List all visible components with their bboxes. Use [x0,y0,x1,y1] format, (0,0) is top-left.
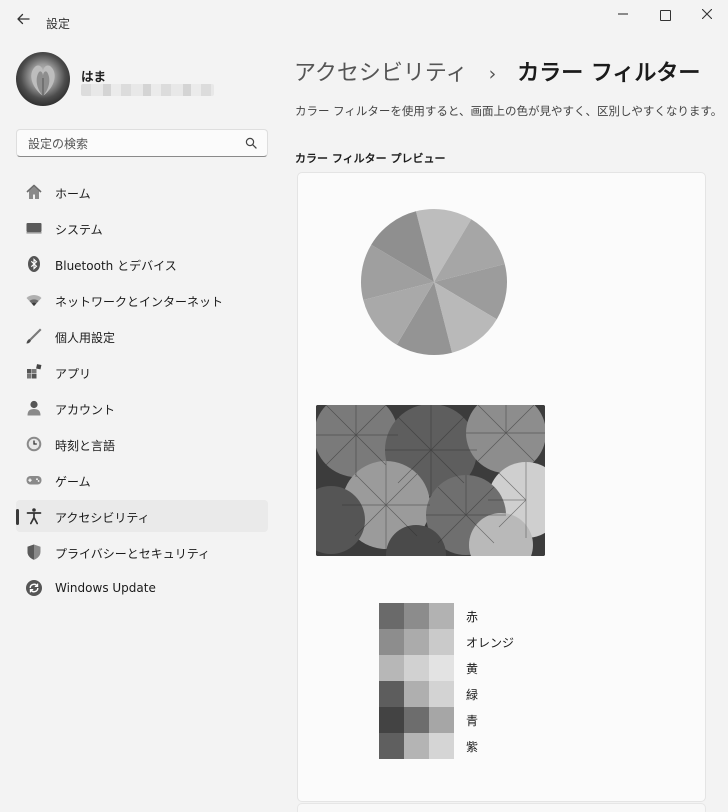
sidebar-item-label: 個人用設定 [55,331,116,345]
back-arrow-icon [17,13,30,25]
close-button[interactable] [692,6,722,26]
sidebar-item-label: アカウント [55,403,116,417]
preview-heading: カラー フィルター プレビュー [295,152,446,165]
color-swatch-grid: 赤オレンジ黄緑青紫 [379,603,519,759]
swatch-cell [404,629,429,655]
swatch-row: 赤 [379,603,519,629]
active-indicator [16,509,19,525]
sidebar-item-label: アクセシビリティ [55,511,150,525]
swatch-cell [404,681,429,707]
breadcrumb: アクセシビリティ › カラー フィルター [294,55,700,87]
title-bar: 設定 [0,0,728,44]
bluetooth-icon [28,256,40,272]
brush-icon [26,328,42,344]
close-icon [701,8,713,20]
sidebar-item-system[interactable]: システム [16,212,268,244]
search-box[interactable] [16,129,268,157]
swatch-cell [379,629,404,655]
swatch-cell [379,681,404,707]
home-icon [26,184,42,199]
avatar-flower-image [31,65,55,96]
sidebar-item-accessibility[interactable]: アクセシビリティ [16,500,268,532]
swatch-cell [404,603,429,629]
sidebar-item-label: ホーム [55,187,91,201]
minimize-icon [618,13,628,15]
sidebar-item-privacy[interactable]: プライバシーとセキュリティ [16,536,268,568]
sidebar-item-label: ネットワークとインターネット [55,295,224,309]
swatch-label: 黄 [466,662,479,676]
page-description: カラー フィルターを使用すると、画面上の色が見やすく、区別しやすくなります。 [295,104,723,118]
sidebar-item-label: 時刻と言語 [55,439,116,453]
sidebar-item-label: システム [55,223,103,237]
sidebar-item-gaming[interactable]: ゲーム [16,464,268,496]
sidebar-nav: ホーム システム Bluetooth とデバイス ネットワークとインターネット … [16,176,268,608]
maximize-icon [659,10,671,21]
swatch-label: 赤 [466,610,479,624]
swatch-cell [429,629,454,655]
swatch-label: 緑 [466,688,479,702]
update-icon [26,580,42,596]
minimize-button[interactable] [608,6,638,26]
swatch-cell [404,733,429,759]
sidebar-item-accounts[interactable]: アカウント [16,392,268,424]
breadcrumb-parent-link[interactable]: アクセシビリティ [294,61,468,86]
swatch-row: 紫 [379,733,519,759]
sidebar-item-windows-update[interactable]: Windows Update [16,572,268,604]
sidebar-item-apps[interactable]: アプリ [16,356,268,388]
swatch-row: 黄 [379,655,519,681]
sidebar-item-time-language[interactable]: 時刻と言語 [16,428,268,460]
swatch-label: 青 [466,714,479,728]
swatch-cell [429,655,454,681]
maximize-button[interactable] [650,6,680,26]
user-name: はま [81,69,107,84]
swatch-label: オレンジ [466,636,515,650]
person-icon [27,400,41,416]
swatch-cell [379,733,404,759]
swatch-cell [429,681,454,707]
accessibility-icon [26,508,42,525]
sidebar-item-network[interactable]: ネットワークとインターネット [16,284,268,316]
user-email-blurred [81,84,214,96]
apps-icon [27,364,42,379]
breadcrumb-separator: › [488,63,497,85]
swatch-cell [404,707,429,733]
page-title: カラー フィルター [517,61,701,86]
swatch-cell [379,603,404,629]
sidebar-item-label: Windows Update [55,581,156,595]
sidebar-item-label: アプリ [55,367,92,381]
swatch-cell [429,733,454,759]
swatch-cell [429,707,454,733]
swatch-row: 青 [379,707,519,733]
wifi-icon [26,295,42,306]
back-button[interactable] [14,12,32,30]
swatch-cell [379,655,404,681]
app-title: 設定 [46,17,71,31]
sidebar-item-home[interactable]: ホーム [16,176,268,208]
sidebar-item-bluetooth[interactable]: Bluetooth とデバイス [16,248,268,280]
swatch-label: 紫 [466,740,479,754]
time-language-icon [26,436,42,452]
preview-photo [316,405,545,556]
preview-pie-chart [361,209,507,355]
search-icon[interactable] [245,137,257,149]
system-icon [26,223,42,234]
avatar[interactable] [16,52,70,106]
sidebar-item-label: Bluetooth とデバイス [55,259,177,273]
swatch-cell [404,655,429,681]
swatch-cell [429,603,454,629]
sidebar-item-label: プライバシーとセキュリティ [55,547,211,561]
preview-photo-image [316,405,545,556]
sidebar-item-label: ゲーム [55,475,91,489]
swatch-cell [379,707,404,733]
swatch-row: オレンジ [379,629,519,655]
search-input[interactable] [26,134,240,154]
sidebar-item-personalization[interactable]: 個人用設定 [16,320,268,352]
shield-icon [27,544,41,560]
swatch-row: 緑 [379,681,519,707]
gamepad-icon [26,476,42,485]
